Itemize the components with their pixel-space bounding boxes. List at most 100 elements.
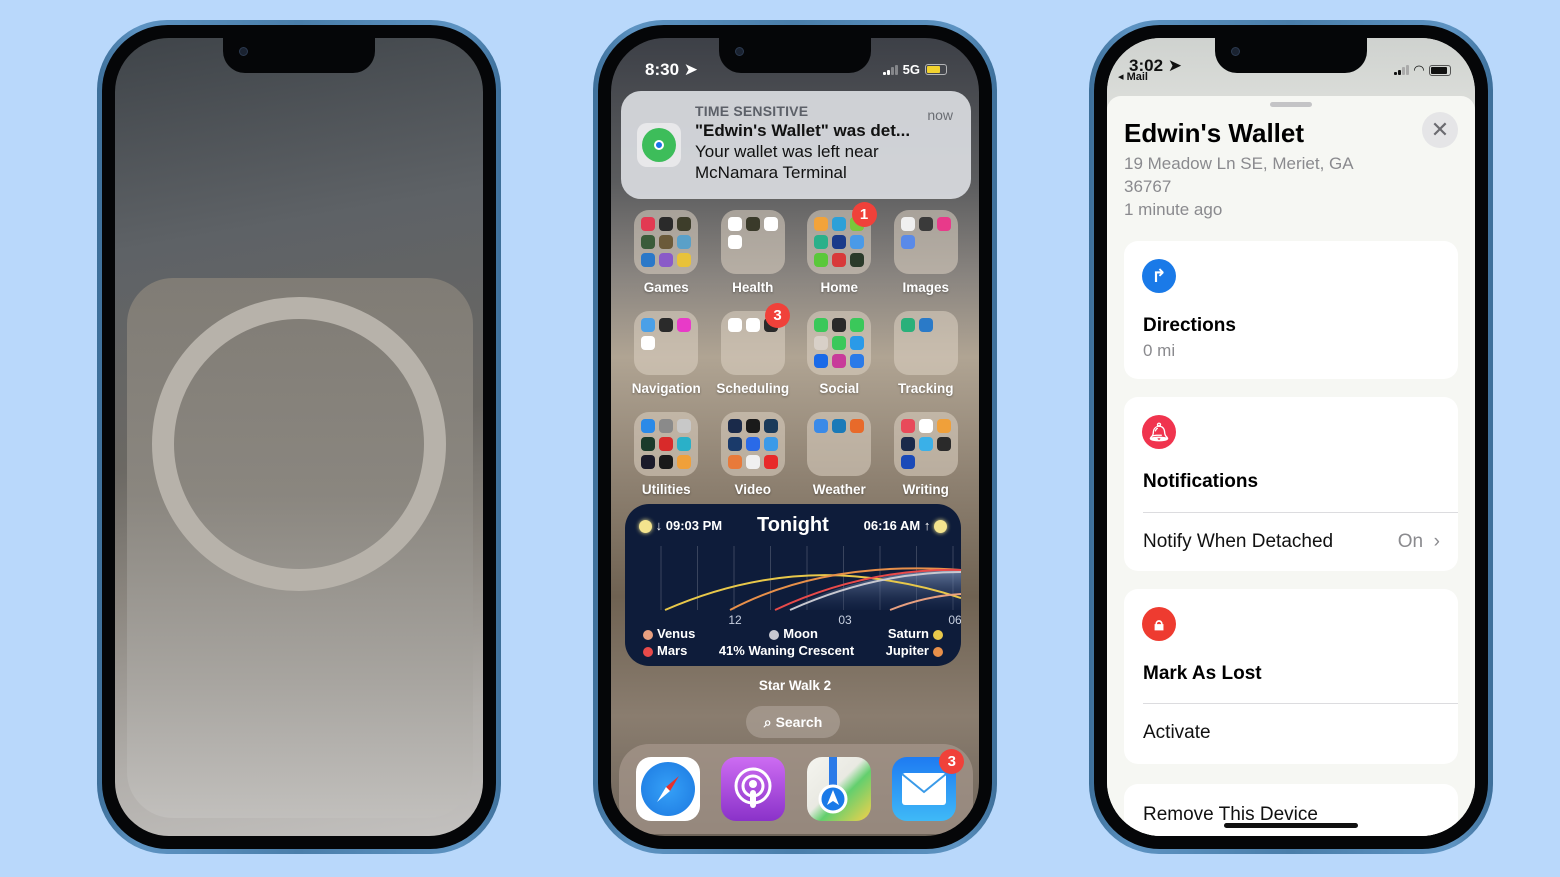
mini-app-icon (677, 217, 692, 231)
folder-social[interactable]: Social (796, 311, 883, 396)
folder-weather[interactable]: Weather (796, 412, 883, 497)
mini-app-icon (900, 437, 915, 451)
mail-app[interactable]: 3 (892, 749, 965, 821)
maps-app[interactable] (806, 757, 871, 821)
mini-app-icon (745, 419, 760, 433)
folder-health[interactable]: Health (710, 210, 797, 295)
mini-app-icon (727, 235, 742, 249)
mini-app-icon (659, 455, 674, 469)
moon-phase: 41% Waning Crescent (718, 643, 855, 658)
folder-icon (893, 412, 958, 476)
notification-banner[interactable]: TIME SENSITIVE now "Edwin's Wallet" was … (621, 91, 971, 199)
podcast-icon (734, 767, 772, 808)
maps-icon (818, 757, 848, 814)
podcasts-app[interactable] (721, 757, 786, 821)
folder-label: Weather (812, 482, 866, 497)
mini-app-icon (763, 437, 778, 451)
folder-utilities[interactable]: Utilities (623, 412, 710, 497)
mini-app-icon (814, 419, 829, 433)
signal-icon (882, 64, 898, 75)
mini-app-icon (832, 354, 847, 368)
legend-saturn: Saturn (888, 625, 947, 642)
mini-app-icon (727, 437, 742, 451)
phone-home-screen: 8:30 ➤ 5G TIME SENSITIVE now "Edwin's Wa… (593, 20, 997, 854)
remove-device-card: Remove This Device (1124, 784, 1458, 836)
star-walk-widget[interactable]: ↓ 09:03 PM Tonight 06:16 AM ↑ 12 03 06 Ven… (625, 504, 961, 666)
sheet-grabber[interactable] (1270, 102, 1312, 107)
mini-app-icon (641, 336, 656, 350)
folder-icon (634, 210, 699, 274)
mini-app-icon (641, 318, 656, 332)
mini-app-icon (659, 235, 674, 249)
mini-app-icon (900, 318, 915, 332)
sun-icon (639, 520, 652, 534)
mark-as-lost-card: 🔒︎ Mark As Lost Activate (1124, 589, 1458, 764)
folder-badge: 3 (765, 303, 790, 328)
mini-app-icon (918, 318, 933, 332)
phone-magsafe (97, 20, 501, 854)
mini-app-icon (745, 437, 760, 451)
close-button[interactable]: ✕ (1422, 112, 1458, 148)
mini-app-icon (763, 217, 778, 231)
legend-venus: Venus (639, 625, 695, 642)
folder-icon (893, 210, 958, 274)
folder-writing[interactable]: Writing (883, 412, 970, 497)
activate-button[interactable]: Activate (1143, 722, 1440, 744)
safari-app[interactable] (635, 757, 700, 821)
app-folders-grid: Games Health Home 1 Images Navigation Scheduli… (623, 202, 970, 497)
mini-app-icon (850, 235, 865, 249)
mini-app-icon (832, 253, 847, 267)
notification-body: Your wallet was left near McNamara Termi… (695, 142, 879, 182)
mini-app-icon (832, 217, 847, 231)
folder-home[interactable]: Home 1 (796, 202, 883, 295)
directions-arrow-icon: ↱ (1142, 259, 1176, 293)
folder-games[interactable]: Games (623, 210, 710, 295)
sky-chart: 12 03 06 (660, 546, 961, 626)
folder-label: Health (732, 280, 774, 295)
sunrise: 06:16 AM ↑ (864, 518, 947, 534)
legend-moon: Moon (765, 625, 818, 642)
sun-icon (934, 520, 947, 534)
mini-app-icon (850, 419, 865, 433)
close-icon: ✕ (1430, 117, 1450, 142)
clock: 8:30 ➤ (645, 60, 699, 79)
folder-images[interactable]: Images (883, 210, 970, 295)
directions-card[interactable]: ↱ Directions 0 mi (1124, 241, 1458, 379)
mark-as-lost-title: Mark As Lost (1143, 663, 1262, 684)
folder-scheduling[interactable]: Scheduling 3 (710, 303, 797, 396)
search-button[interactable]: ⌕ Search (746, 706, 840, 738)
mini-app-icon (850, 336, 865, 350)
item-name: Edwin's Wallet (1124, 118, 1305, 148)
home-indicator[interactable] (1224, 823, 1358, 828)
folder-label: Images (902, 280, 950, 295)
folder-navigation[interactable]: Navigation (623, 311, 710, 396)
folder-icon (634, 412, 699, 476)
mini-app-icon (745, 455, 760, 469)
notification-category: TIME SENSITIVE (695, 103, 809, 119)
mini-app-icon (659, 437, 674, 451)
folder-label: Navigation (631, 381, 701, 396)
notifications-card: 🔔︎ Notifications Notify When Detached On… (1124, 397, 1458, 571)
notification-time: now (927, 107, 953, 123)
mini-app-icon (850, 318, 865, 332)
folder-icon (893, 311, 958, 375)
wifi-icon: ◠ (1414, 62, 1424, 77)
notifications-title: Notifications (1143, 471, 1259, 492)
mini-app-icon (936, 419, 951, 433)
find-my-icon (637, 123, 681, 167)
notify-when-detached-row[interactable]: Notify When Detached On › (1143, 531, 1440, 553)
widget-caption: Star Walk 2 (758, 678, 832, 693)
widget-title: Tonight (756, 514, 829, 536)
bezel (102, 25, 496, 849)
folder-tracking[interactable]: Tracking (883, 311, 970, 396)
notch (719, 38, 871, 73)
mini-app-icon (832, 336, 847, 350)
dock: 3 (619, 744, 973, 834)
notch (223, 38, 375, 73)
location-arrow-icon: ➤ (683, 60, 699, 79)
back-to-mail-link[interactable]: ◂ Mail (1118, 70, 1148, 83)
folder-badge: 1 (851, 202, 877, 227)
mini-app-icon (727, 318, 742, 332)
folder-video[interactable]: Video (710, 412, 797, 497)
mini-app-icon (641, 253, 656, 267)
